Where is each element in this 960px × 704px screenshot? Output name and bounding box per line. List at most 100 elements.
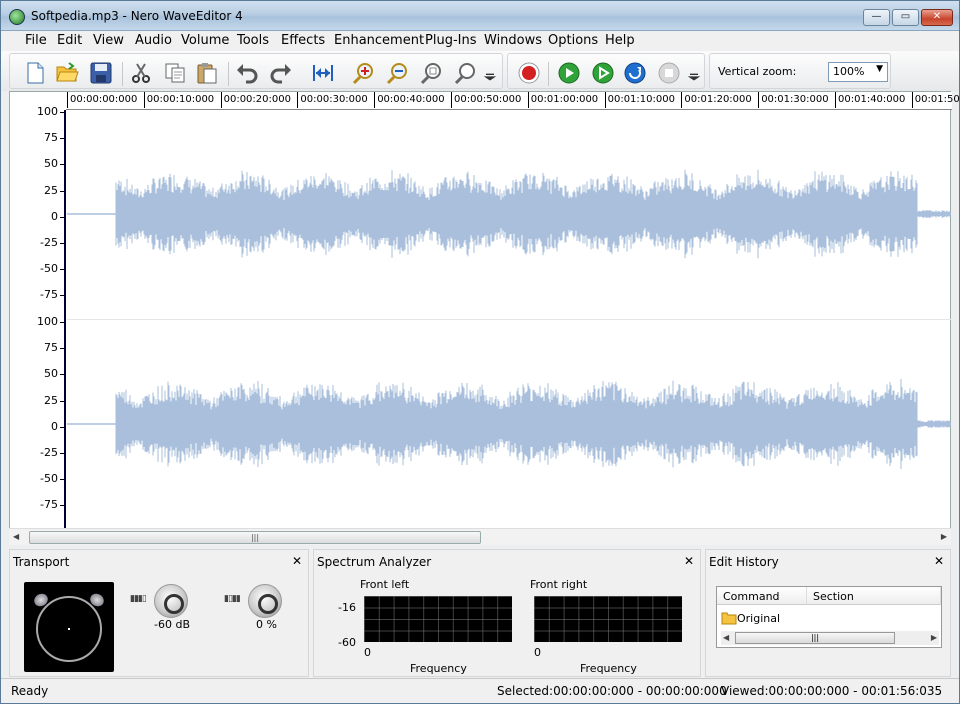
balance-knob[interactable] (248, 584, 282, 618)
fit-to-window-icon[interactable] (310, 60, 336, 86)
cut-scissors-icon[interactable] (128, 60, 154, 86)
jog-wheel[interactable] (24, 582, 114, 672)
ruler-tick-label: 00:01:00:000 (527, 92, 599, 108)
amplitude-tick-mark (60, 453, 64, 454)
ruler-tick-label: 00:00:30:000 (297, 92, 368, 108)
history-title: Edit History (709, 555, 779, 569)
menu-volume[interactable]: Volume (181, 33, 229, 48)
scroll-thumb[interactable]: ||| (29, 531, 481, 544)
transport-close-button[interactable]: ✕ (292, 554, 302, 568)
redo-icon[interactable] (268, 60, 294, 86)
scroll-left-icon[interactable]: ◀ (13, 532, 19, 541)
zoom-in-icon[interactable] (350, 60, 376, 86)
ruler-tick-label: 00:00:40:000 (374, 92, 445, 108)
folder-icon (721, 612, 737, 625)
menu-view[interactable]: View (93, 33, 124, 48)
open-folder-icon[interactable] (54, 60, 80, 86)
jog-center-dot (68, 628, 70, 630)
maximize-button[interactable]: ▭ (892, 9, 919, 26)
menu-bar: File Edit View Audio Volume Tools Effect… (1, 31, 959, 51)
menu-windows[interactable]: Windows (484, 33, 542, 48)
nero-app-icon (9, 9, 25, 25)
vertical-zoom-value: 100% (833, 65, 865, 78)
amplitude-tick-label: 100 (37, 105, 58, 118)
menu-audio[interactable]: Audio (135, 33, 172, 48)
menu-help[interactable]: Help (605, 33, 635, 48)
history-scrollbar[interactable]: ◀ ||| ▶ (721, 631, 939, 645)
volume-value: -60 dB (154, 618, 190, 631)
history-close-button[interactable]: ✕ (934, 554, 944, 568)
app-window: Softpedia.mp3 - Nero WaveEditor 4 — ▭ ✕ … (0, 0, 960, 704)
menu-plugins[interactable]: Plug-Ins (425, 33, 476, 48)
status-ready: Ready (11, 684, 49, 698)
zoom-out-icon[interactable] (384, 60, 410, 86)
menu-edit[interactable]: Edit (57, 33, 82, 48)
record-icon[interactable] (516, 60, 542, 86)
balance-value: 0 % (256, 618, 277, 631)
stop-icon[interactable] (656, 60, 682, 86)
history-scroll-right-icon[interactable]: ▶ (931, 633, 937, 642)
menu-options[interactable]: Options (548, 33, 598, 48)
history-row-command: Original (737, 611, 781, 625)
amplitude-tick-label: 100 (37, 315, 58, 328)
volume-knob[interactable] (154, 584, 188, 618)
minimize-button[interactable]: — (863, 9, 890, 26)
amplitude-tick-mark (60, 138, 64, 140)
amplitude-tick-mark (60, 479, 64, 481)
horizontal-scrollbar[interactable]: ◀ ||| ▶ (9, 528, 951, 545)
toolbar-overflow-icon[interactable] (482, 60, 498, 86)
amplitude-tick-mark (60, 295, 64, 297)
transport-overflow-icon[interactable] (686, 60, 702, 86)
status-viewed-range: Viewed:00:00:00:000 - 00:01:56:035 (721, 684, 943, 698)
close-button[interactable]: ✕ (921, 9, 953, 26)
waveform-view[interactable]: 00:00:00:000 00:00:10:000 00:00:20:000 00:0… (9, 91, 960, 543)
amplitude-tick-label: 50 (44, 367, 58, 381)
volume-meter-icon: ▮▮▮▯ (130, 594, 147, 604)
amplitude-tick-label: 0 (51, 209, 58, 223)
history-col-section[interactable]: Section (807, 587, 941, 605)
front-left-label: Front left (360, 578, 410, 591)
undo-icon[interactable] (234, 60, 260, 86)
zoom-selection-icon[interactable] (418, 60, 444, 86)
history-scroll-thumb[interactable]: ||| (735, 632, 895, 644)
vertical-zoom-select[interactable]: 100% ▼ (828, 62, 888, 82)
waveform-canvas[interactable] (67, 110, 951, 530)
menu-effects[interactable]: Effects (281, 33, 325, 48)
play-loop-icon[interactable] (622, 60, 648, 86)
menu-enhancement[interactable]: Enhancement (334, 33, 424, 48)
transport-pane: Transport ✕ ▮▮▮▯ -60 dB ▮▯▮▮ 0 % (9, 549, 309, 677)
scroll-right-icon[interactable]: ▶ (941, 532, 947, 541)
amplitude-tick-label: -25 (40, 446, 58, 459)
play-selection-icon[interactable] (590, 60, 616, 86)
amplitude-tick-mark (60, 322, 64, 323)
menu-file[interactable]: File (25, 33, 47, 48)
history-scroll-left-icon[interactable]: ◀ (723, 633, 729, 642)
paste-icon[interactable] (194, 60, 220, 86)
zoom-full-icon[interactable] (452, 60, 478, 86)
waveform-graphic (67, 169, 951, 469)
amplitude-tick-mark (60, 426, 64, 428)
ruler-tick-label: 00:00:10:000 (143, 92, 215, 108)
amplitude-tick-mark (60, 374, 64, 376)
copy-icon[interactable] (162, 60, 188, 86)
history-col-command[interactable]: Command (717, 587, 807, 605)
amplitude-tick-label: -75 (40, 498, 58, 512)
spectrum-tick-top: -16 (338, 601, 356, 614)
ruler-tick-label: 00:01:50 (911, 92, 960, 108)
ruler-tick-label: 00:01:30:000 (758, 92, 829, 108)
history-row[interactable]: Original (721, 611, 780, 625)
amplitude-tick-mark (60, 164, 64, 166)
menu-tools[interactable]: Tools (237, 33, 269, 48)
amplitude-tick-mark (60, 112, 64, 113)
status-bar: Ready Selected:00:00:00:000 - 00:00:00:0… (1, 678, 959, 703)
new-file-icon[interactable] (22, 60, 48, 86)
spectrum-close-button[interactable]: ✕ (684, 554, 694, 568)
amplitude-tick-label: -50 (40, 472, 58, 486)
ruler-tick-label: 00:00:50:000 (450, 92, 522, 108)
vertical-zoom-group: Vertical zoom: 100% ▼ (709, 53, 891, 89)
save-disk-icon[interactable] (88, 60, 114, 86)
play-icon[interactable] (556, 60, 582, 86)
time-ruler[interactable]: 00:00:00:000 00:00:10:000 00:00:20:000 00:0… (66, 92, 960, 110)
amplitude-tick-label: -75 (40, 288, 58, 302)
amplitude-tick-label: 25 (44, 393, 58, 407)
